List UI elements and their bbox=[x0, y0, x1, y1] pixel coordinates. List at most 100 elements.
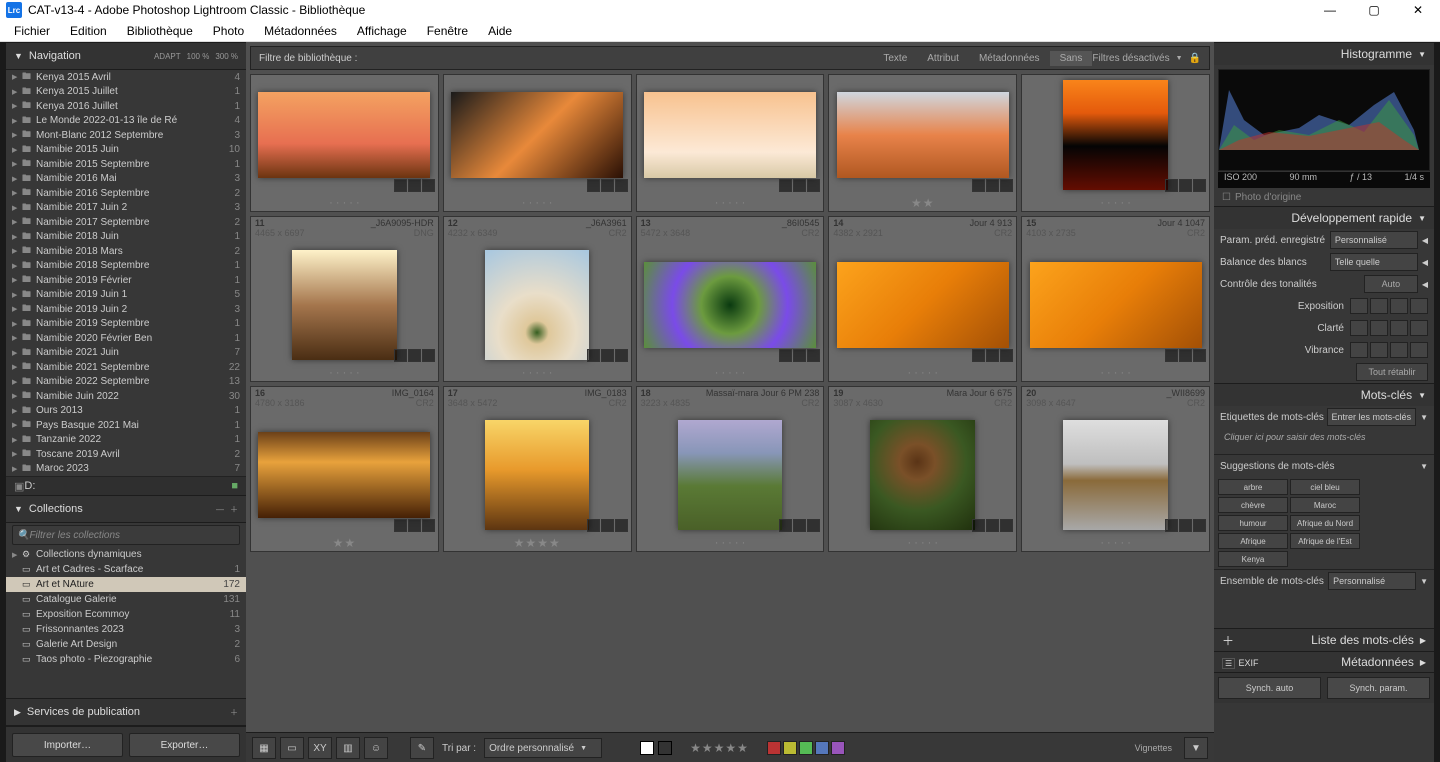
sort-select[interactable]: Ordre personnalisé ▼ bbox=[484, 738, 602, 758]
keyword-chip[interactable]: chèvre bbox=[1218, 497, 1288, 513]
sync-param-button[interactable]: Synch. param. bbox=[1327, 677, 1430, 699]
drive-row[interactable]: ▣ D: ■ bbox=[6, 476, 246, 495]
grid-cell[interactable]: · · · · · bbox=[250, 74, 439, 212]
folder-row[interactable]: ▶🖿Namibie 2019 Juin 15 bbox=[6, 288, 246, 303]
menu-aide[interactable]: Aide bbox=[478, 24, 522, 38]
collection-row[interactable]: ▭Art et NAture172 bbox=[6, 577, 246, 592]
folder-row[interactable]: ▶🖿Namibie Juin 202230 bbox=[6, 389, 246, 404]
import-button[interactable]: Importer… bbox=[12, 733, 123, 757]
folder-row[interactable]: ▶🖿Namibie 2017 Septembre2 bbox=[6, 215, 246, 230]
reset-all-button[interactable]: Tout rétablir bbox=[1356, 363, 1428, 381]
quick-develop-header[interactable]: Développement rapide ▼ bbox=[1214, 206, 1434, 229]
folder-row[interactable]: ▶🖿Kenya 2015 Juillet1 bbox=[6, 85, 246, 100]
flag-reject[interactable] bbox=[658, 741, 672, 755]
toolbar-menu[interactable]: ▼ bbox=[1184, 737, 1208, 759]
keyword-input[interactable]: Cliquer ici pour saisir des mots-clés bbox=[1214, 428, 1434, 454]
folder-row[interactable]: ▶🖿Namibie 2021 Septembre22 bbox=[6, 360, 246, 375]
collection-row[interactable]: ▭Catalogue Galerie131 bbox=[6, 592, 246, 607]
keyword-set-select[interactable]: Personnalisé bbox=[1328, 572, 1416, 590]
label-purple[interactable] bbox=[831, 741, 845, 755]
wb-select[interactable]: Telle quelle bbox=[1330, 253, 1418, 271]
color-labels[interactable] bbox=[767, 741, 845, 755]
grid-cell[interactable]: 11_J6A9095-HDR4465 x 6697DNG· · · · · bbox=[250, 216, 439, 382]
zoom-adapt[interactable]: ADAPT bbox=[154, 52, 181, 61]
menu-edition[interactable]: Edition bbox=[60, 24, 117, 38]
folder-row[interactable]: ▶🖿Namibie 2017 Juin 23 bbox=[6, 201, 246, 216]
keyword-chip[interactable]: Afrique de l'Est bbox=[1290, 533, 1360, 549]
folder-row[interactable]: ▶🖿Namibie 2019 Juin 23 bbox=[6, 302, 246, 317]
navigator-header[interactable]: ▼ Navigation ADAPT 100 % 300 % bbox=[6, 42, 246, 70]
collection-filter-input[interactable]: 🔍 Filtrer les collections bbox=[12, 525, 240, 545]
zoom-100[interactable]: 100 % bbox=[187, 52, 210, 61]
collection-row[interactable]: ▭Frissonnantes 20233 bbox=[6, 622, 246, 637]
zoom-300[interactable]: 300 % bbox=[215, 52, 238, 61]
keyword-chip[interactable]: Afrique du Nord bbox=[1290, 515, 1360, 531]
menu-photo[interactable]: Photo bbox=[203, 24, 254, 38]
grid-cell[interactable]: 14Jour 4 9134382 x 2921CR2· · · · · bbox=[828, 216, 1017, 382]
folder-row[interactable]: ▶🖿Toscane 2019 Avril2 bbox=[6, 447, 246, 462]
grid-cell[interactable]: 20_WII86993098 x 4647CR2· · · · · bbox=[1021, 386, 1210, 552]
folder-row[interactable]: ▶🖿Mont-Blanc 2012 Septembre3 bbox=[6, 128, 246, 143]
publish-header[interactable]: ▶ Services de publication ＋ bbox=[6, 698, 246, 726]
folder-tree[interactable]: ▶🖿Kenya 2015 Avril4▶🖿Kenya 2015 Juillet1… bbox=[6, 70, 246, 476]
grid-cell[interactable]: 17IMG_01833648 x 5472CR2★★★★ bbox=[443, 386, 632, 552]
maximize-button[interactable]: ▢ bbox=[1352, 0, 1396, 20]
filter-tab-sans[interactable]: Sans bbox=[1050, 51, 1093, 66]
exposure-steppers[interactable] bbox=[1350, 298, 1428, 314]
auto-tone-button[interactable]: Auto bbox=[1364, 275, 1418, 293]
collection-row[interactable]: ▶⚙Collections dynamiques bbox=[6, 547, 246, 562]
label-blue[interactable] bbox=[815, 741, 829, 755]
label-green[interactable] bbox=[799, 741, 813, 755]
folder-row[interactable]: ▶🖿Namibie 2022 Septembre13 bbox=[6, 375, 246, 390]
keyword-chip[interactable]: humour bbox=[1218, 515, 1288, 531]
folder-row[interactable]: ▶🖿Pays Basque 2021 Mai1 bbox=[6, 418, 246, 433]
grid-cell[interactable]: · · · · · bbox=[1021, 74, 1210, 212]
folder-row[interactable]: ▶🖿Namibie 2019 Septembre1 bbox=[6, 317, 246, 332]
collection-row[interactable]: ▭Taos photo - Piezographie6 bbox=[6, 652, 246, 667]
folder-row[interactable]: ▶🖿Namibie 2018 Mars2 bbox=[6, 244, 246, 259]
menu-bibliothèque[interactable]: Bibliothèque bbox=[117, 24, 203, 38]
grid-cell[interactable]: 13_86I05455472 x 3648CR2· · · · · bbox=[636, 216, 825, 382]
collections-minus[interactable]: — bbox=[216, 505, 224, 514]
preset-select[interactable]: Personnalisé bbox=[1330, 231, 1418, 249]
folder-row[interactable]: ▶🖿Maroc 20237 bbox=[6, 462, 246, 477]
folder-row[interactable]: ▶🖿Namibie 2016 Septembre2 bbox=[6, 186, 246, 201]
grid-cell[interactable]: 12_J6A39614232 x 6349CR2· · · · · bbox=[443, 216, 632, 382]
grid-cell[interactable]: 16IMG_01644780 x 3186CR2★★ bbox=[250, 386, 439, 552]
thumbnail-grid[interactable]: · · · · ·· · · · ·· · · · ·★★· · · · ·11… bbox=[246, 70, 1214, 732]
rating-stars[interactable]: ★★★★★ bbox=[690, 741, 749, 755]
grid-cell[interactable]: 18Massaï-mara Jour 6 PM 2383223 x 4835CR… bbox=[636, 386, 825, 552]
folder-row[interactable]: ▶🖿Namibie 2016 Mai3 bbox=[6, 172, 246, 187]
filter-tab-métadonnées[interactable]: Métadonnées bbox=[969, 51, 1050, 66]
keywords-header[interactable]: Mots-clés ▼ bbox=[1214, 383, 1434, 406]
folder-row[interactable]: ▶🖿Namibie 2018 Septembre1 bbox=[6, 259, 246, 274]
folder-row[interactable]: ▶🖿Namibie 2015 Septembre1 bbox=[6, 157, 246, 172]
grid-cell[interactable]: ★★ bbox=[828, 74, 1017, 212]
folder-row[interactable]: ▶🖿Ours 20131 bbox=[6, 404, 246, 419]
label-red[interactable] bbox=[767, 741, 781, 755]
collection-row[interactable]: ▭Exposition Ecommoy11 bbox=[6, 607, 246, 622]
filter-tab-texte[interactable]: Texte bbox=[873, 51, 917, 66]
collections-list[interactable]: ▶⚙Collections dynamiques▭Art et Cadres -… bbox=[6, 547, 246, 698]
folder-row[interactable]: ▶🖿Namibie 2018 Juin1 bbox=[6, 230, 246, 245]
grid-cell[interactable]: · · · · · bbox=[636, 74, 825, 212]
folder-row[interactable]: ▶🖿Namibie 2021 Juin7 bbox=[6, 346, 246, 361]
people-view-button[interactable]: ☺ bbox=[364, 737, 388, 759]
grid-cell[interactable]: · · · · · bbox=[443, 74, 632, 212]
folder-row[interactable]: ▶🖿Le Monde 2022-01-13 île de Ré4 bbox=[6, 114, 246, 129]
collections-plus[interactable]: ＋ bbox=[230, 504, 238, 515]
grid-cell[interactable]: 19Mara Jour 6 6753087 x 4630CR2· · · · · bbox=[828, 386, 1017, 552]
sync-auto-button[interactable]: Synch. auto bbox=[1218, 677, 1321, 699]
survey-view-button[interactable]: ▥ bbox=[336, 737, 360, 759]
export-button[interactable]: Exporter… bbox=[129, 733, 240, 757]
keyword-chip[interactable]: Maroc bbox=[1290, 497, 1360, 513]
label-yellow[interactable] bbox=[783, 741, 797, 755]
histogram-header[interactable]: Histogramme ▼ bbox=[1214, 42, 1434, 65]
minimize-button[interactable]: — bbox=[1308, 0, 1352, 20]
painter-tool[interactable]: ✎ bbox=[410, 737, 434, 759]
clarity-steppers[interactable] bbox=[1350, 320, 1428, 336]
vibrance-steppers[interactable] bbox=[1350, 342, 1428, 358]
metadata-header[interactable]: ☰ EXIF Métadonnées ▶ bbox=[1214, 651, 1434, 672]
keyword-chip[interactable]: arbre bbox=[1218, 479, 1288, 495]
folder-row[interactable]: ▶🖿Namibie 2020 Février Ben1 bbox=[6, 331, 246, 346]
